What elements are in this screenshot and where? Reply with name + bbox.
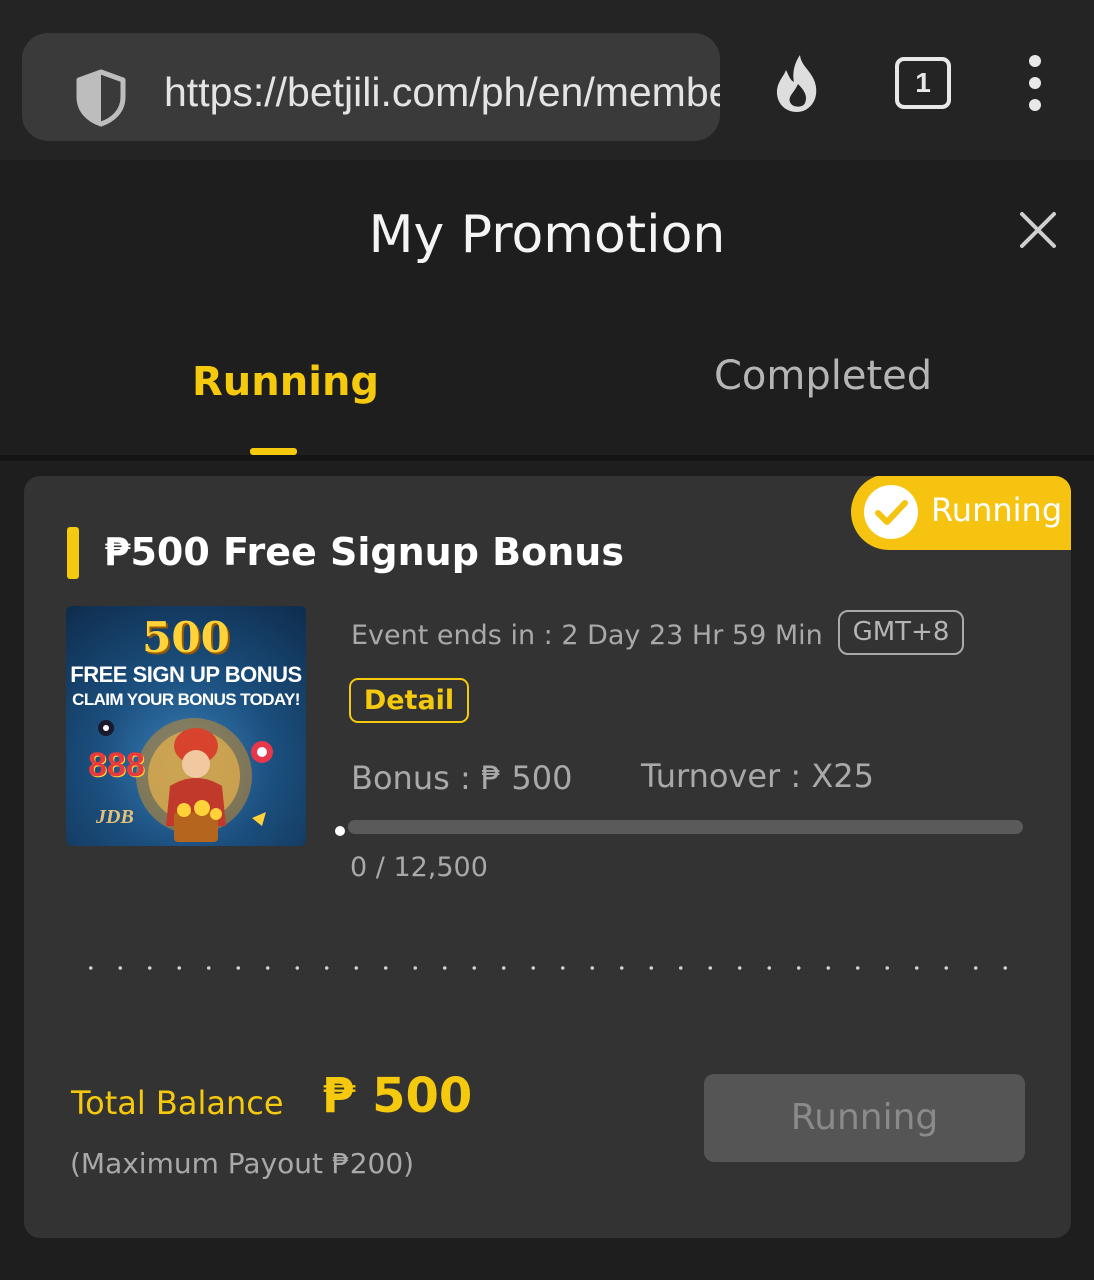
turnover-progress-bar — [348, 820, 1023, 834]
fire-icon[interactable] — [770, 52, 824, 114]
tabs-divider — [0, 455, 1094, 461]
url-text[interactable]: https://betjili.com/ph/en/member/promoti… — [164, 67, 720, 117]
promotion-card: Running ₱500 Free Signup Bonus 500 FREE … — [24, 476, 1071, 1238]
close-icon[interactable] — [1016, 208, 1060, 252]
status-badge-label: Running — [931, 491, 1063, 529]
promotion-title: ₱500 Free Signup Bonus — [104, 530, 624, 574]
total-balance-value: ₱ 500 — [322, 1068, 473, 1124]
timezone-badge: GMT+8 — [838, 610, 964, 655]
tab-switcher-button[interactable]: 1 — [895, 57, 951, 109]
bonus-amount: Bonus : ₱ 500 — [351, 759, 573, 797]
check-circle-icon — [864, 485, 918, 539]
banner-amount: 500 — [142, 613, 230, 662]
more-vert-icon[interactable] — [1020, 54, 1050, 114]
tab-running[interactable]: Running — [192, 352, 379, 412]
banner-888-tag: 888 — [88, 746, 145, 784]
progress-start-dot — [335, 826, 345, 836]
status-badge: Running — [851, 476, 1071, 550]
banner-headline: FREE SIGN UP BONUS — [70, 662, 302, 687]
detail-button[interactable]: Detail — [349, 678, 469, 723]
title-accent-bar — [67, 527, 79, 579]
address-bar[interactable]: https://betjili.com/ph/en/member/promoti… — [22, 33, 720, 141]
page-title: My Promotion — [368, 205, 726, 265]
max-payout-note: (Maximum Payout ₱200) — [70, 1147, 415, 1180]
browser-toolbar: https://betjili.com/ph/en/member/promoti… — [0, 0, 1094, 160]
active-tab-indicator — [250, 448, 297, 455]
dotted-divider — [76, 966, 1021, 970]
event-countdown: Event ends in : 2 Day 23 Hr 59 Min — [351, 620, 823, 651]
shield-icon[interactable] — [70, 67, 132, 129]
total-balance-label: Total Balance — [71, 1084, 284, 1122]
tab-completed[interactable]: Completed — [714, 346, 932, 406]
promotion-banner-image[interactable]: 500 FREE SIGN UP BONUS CLAIM YOUR BONUS … — [66, 606, 306, 846]
running-status-button[interactable]: Running — [704, 1074, 1025, 1162]
progress-text: 0 / 12,500 — [350, 852, 488, 883]
turnover-requirement: Turnover : X25 — [641, 757, 874, 795]
banner-brand: JDB — [96, 806, 134, 828]
